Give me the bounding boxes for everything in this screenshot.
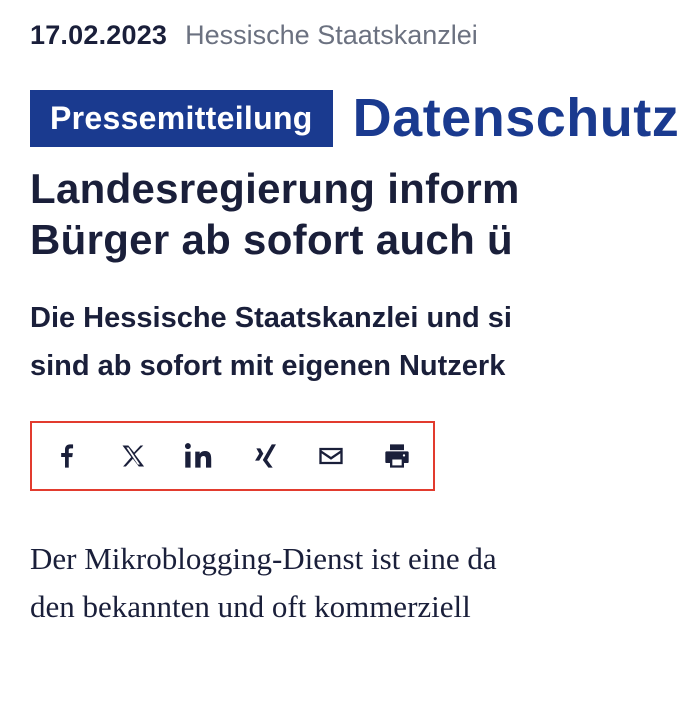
body-line-1: Der Mikroblogging-Dienst ist eine da	[30, 541, 497, 576]
xing-icon[interactable]	[250, 441, 280, 471]
publisher-source: Hessische Staatskanzlei	[185, 20, 478, 51]
meta-row: 17.02.2023 Hessische Staatskanzlei	[30, 20, 678, 51]
topic-heading: Datenschutz	[353, 87, 678, 149]
x-twitter-icon[interactable]	[118, 441, 148, 471]
headline-line-2: Bürger ab sofort auch ü	[30, 216, 513, 263]
body-line-2: den bekannten und oft kommerziell	[30, 589, 471, 624]
email-icon[interactable]	[316, 441, 346, 471]
article-headline: Landesregierung inform Bürger ab sofort …	[30, 163, 678, 265]
publish-date: 17.02.2023	[30, 20, 167, 51]
lede-line-2: sind ab sofort mit eigenen Nutzerk	[30, 350, 505, 382]
lede-line-1: Die Hessische Staatskanzlei und si	[30, 302, 512, 334]
title-block: Pressemitteilung Datenschutz Landesregie…	[30, 87, 678, 265]
press-release-badge: Pressemitteilung	[30, 90, 333, 147]
linkedin-icon[interactable]	[184, 441, 214, 471]
print-icon[interactable]	[382, 441, 412, 471]
headline-line-1: Landesregierung inform	[30, 165, 520, 212]
badge-row: Pressemitteilung Datenschutz	[30, 87, 678, 149]
article-body: Der Mikroblogging-Dienst ist eine da den…	[30, 535, 678, 631]
share-bar	[30, 421, 435, 491]
article-lede: Die Hessische Staatskanzlei und si sind …	[30, 295, 678, 391]
facebook-icon[interactable]	[52, 441, 82, 471]
